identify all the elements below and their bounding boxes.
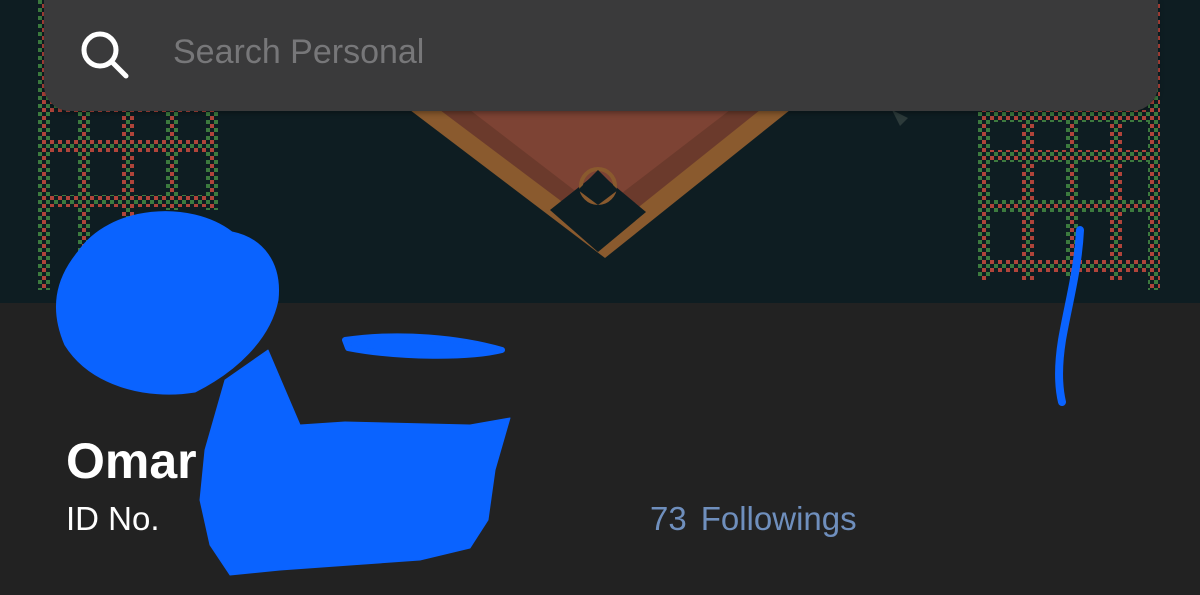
redaction-scribble	[55, 211, 1084, 576]
